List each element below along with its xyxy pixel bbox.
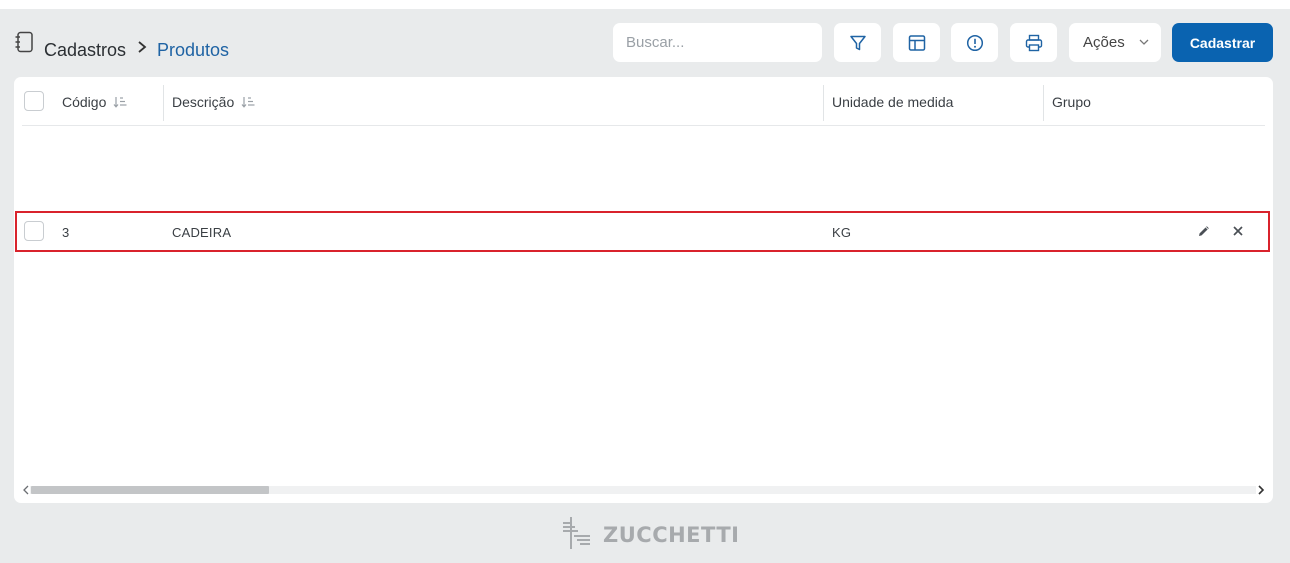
row-checkbox[interactable] [24, 221, 44, 241]
print-button[interactable] [1010, 23, 1057, 62]
info-button[interactable] [951, 23, 998, 62]
info-icon [966, 34, 983, 51]
scroll-right-icon[interactable] [1257, 484, 1265, 496]
table-header: Código Descrição Unidade de medida Grupo [22, 77, 1265, 126]
search-input[interactable] [613, 23, 822, 62]
table-row[interactable]: 3 CADEIRA KG [15, 211, 1270, 252]
select-all-checkbox[interactable] [24, 91, 44, 111]
chevron-down-icon [1139, 39, 1149, 45]
close-icon [1233, 226, 1243, 236]
columns-layout-button[interactable] [893, 23, 940, 62]
cadastrar-button[interactable]: Cadastrar [1172, 23, 1273, 62]
column-divider [823, 85, 824, 121]
zucchetti-brand-text: ZUCCHETTI [603, 523, 740, 547]
scrollbar-thumb[interactable] [31, 486, 269, 494]
cell-unidade: KG [832, 225, 852, 240]
column-divider [1043, 85, 1044, 121]
breadcrumb-root[interactable]: Cadastros [44, 40, 126, 61]
zucchetti-logo-mark-icon [563, 517, 590, 549]
cell-descricao: CADEIRA [172, 225, 232, 240]
column-header-codigo[interactable]: Código [62, 94, 127, 110]
products-table-panel: Código Descrição Unidade de medida Grupo [14, 77, 1273, 503]
top-strip [0, 0, 1290, 9]
column-header-unidade[interactable]: Unidade de medida [832, 94, 953, 110]
delete-button[interactable] [1230, 223, 1246, 239]
pencil-edit-icon [1199, 226, 1209, 236]
column-header-label: Código [62, 94, 107, 110]
columns-layout-icon [908, 34, 925, 51]
cell-codigo: 3 [62, 225, 70, 240]
column-header-label: Descrição [172, 94, 235, 110]
column-header-descricao[interactable]: Descrição [172, 94, 255, 110]
register-book-icon [15, 31, 33, 53]
horizontal-scrollbar[interactable] [22, 484, 1265, 496]
breadcrumb-current: Produtos [157, 40, 230, 60]
scroll-left-icon[interactable] [22, 484, 30, 496]
edit-button[interactable] [1196, 223, 1212, 239]
filter-button[interactable] [834, 23, 881, 62]
print-icon [1025, 34, 1042, 51]
zucchetti-logo: ZUCCHETTI [560, 515, 739, 551]
column-divider [163, 85, 164, 121]
sort-icon [241, 97, 255, 108]
column-header-grupo[interactable]: Grupo [1052, 94, 1091, 110]
chevron-right-icon [138, 41, 147, 53]
actions-label: Ações [1083, 34, 1125, 51]
actions-dropdown[interactable]: Ações [1069, 23, 1161, 62]
sort-icon [113, 97, 127, 108]
filter-icon [849, 35, 866, 50]
